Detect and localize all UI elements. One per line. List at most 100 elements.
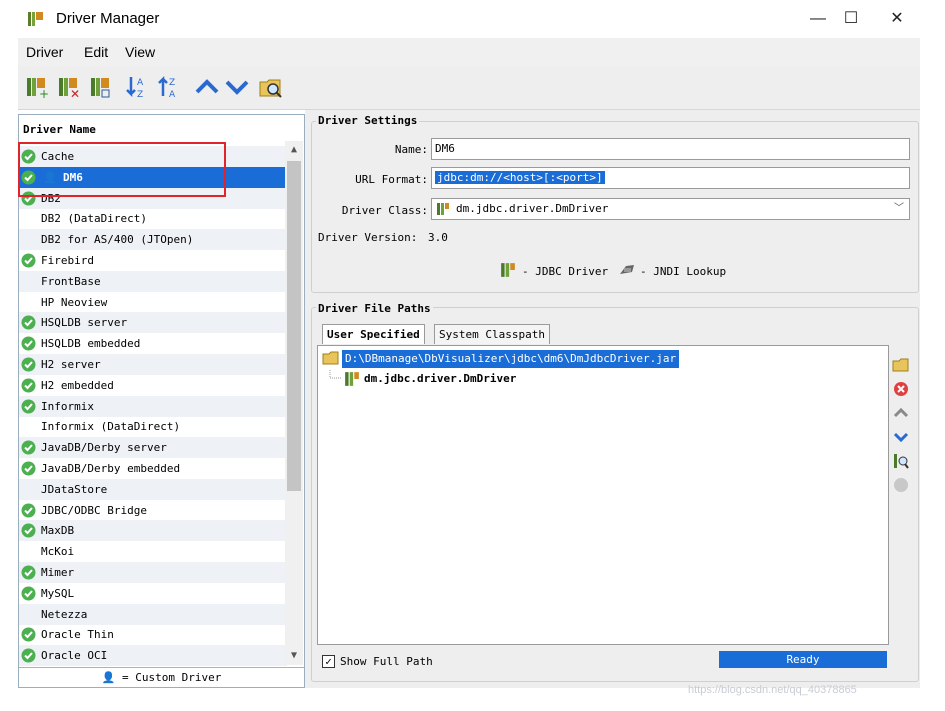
svg-text:Z: Z <box>137 90 143 100</box>
scroll-thumb[interactable] <box>287 161 301 491</box>
find-file-icon[interactable] <box>892 452 910 470</box>
driver-list-header: Driver Name <box>23 123 96 136</box>
tab-system-classpath[interactable]: System Classpath <box>434 324 550 344</box>
tab-user-specified[interactable]: User Specified <box>322 324 425 344</box>
driver-list-item[interactable]: Cache <box>19 146 287 167</box>
driver-list-item[interactable]: FrontBase <box>19 270 287 292</box>
url-format-field[interactable]: jdbc:dm://<host>[:<port>] <box>431 167 910 189</box>
driver-list-item[interactable]: Mimer <box>19 562 287 583</box>
driver-list-item[interactable]: 👤 DM6 <box>19 166 287 188</box>
driver-list-item[interactable]: Firebird <box>19 250 287 271</box>
check-circle-icon <box>21 440 36 455</box>
chevron-down-icon[interactable]: ﹀ <box>891 199 907 219</box>
driver-list-item-label: FrontBase <box>41 274 101 288</box>
driver-list-item[interactable]: MaxDB <box>19 520 287 542</box>
svg-text:A: A <box>137 78 144 88</box>
remove-file-icon[interactable] <box>892 380 910 398</box>
move-up-icon[interactable] <box>194 74 220 100</box>
jdbc-driver-legend-icon <box>501 263 515 277</box>
check-circle-icon <box>21 461 36 476</box>
check-circle-icon <box>21 378 36 393</box>
menu-view[interactable]: View <box>125 44 155 60</box>
svg-text:A: A <box>169 90 176 100</box>
check-circle-icon <box>21 503 36 518</box>
move-file-down-icon[interactable] <box>892 428 910 446</box>
sort-descending-icon[interactable]: ZA <box>156 74 182 100</box>
menu-driver[interactable]: Driver <box>26 44 63 60</box>
driver-list-item[interactable]: JavaDB/Derby embedded <box>19 458 287 479</box>
driver-list-item[interactable]: McKoi <box>19 541 287 562</box>
maximize-button[interactable]: ☐ <box>828 4 874 34</box>
driver-list-item-label: H2 server <box>41 358 101 371</box>
driver-class-combo[interactable]: dm.jdbc.driver.DmDriver ﹀ <box>431 198 910 220</box>
folder-open-icon <box>322 351 339 365</box>
close-button[interactable]: ✕ <box>874 4 920 34</box>
delete-driver-icon[interactable]: ✕ <box>56 74 82 100</box>
driver-list-item[interactable]: H2 embedded <box>19 375 287 396</box>
driver-list-item[interactable]: JDBC/ODBC Bridge <box>19 500 287 521</box>
show-full-path-checkbox[interactable]: ✓ <box>322 655 335 668</box>
driver-list-item-label: HP Neoview <box>41 295 108 309</box>
driver-list-item-label: Informix <box>41 399 94 413</box>
add-file-icon[interactable] <box>892 356 910 374</box>
driver-list-item[interactable]: JDataStore <box>19 478 287 500</box>
driver-list-item[interactable]: HSQLDB server <box>19 312 287 334</box>
check-circle-icon <box>21 565 36 580</box>
check-circle-icon <box>21 523 36 538</box>
menu-bar: Driver Edit View <box>18 38 920 66</box>
scroll-down-icon[interactable]: ▼ <box>285 647 303 665</box>
driver-list-item-label: Mimer <box>41 566 75 579</box>
driver-list-item[interactable]: HP Neoview <box>19 292 287 313</box>
custom-driver-icon: 👤 <box>101 671 116 684</box>
driver-list-item[interactable]: MySQL <box>19 583 287 604</box>
svg-text:Z: Z <box>169 78 175 88</box>
driver-list-item[interactable]: Oracle Thin <box>19 624 287 645</box>
jndi-lookup-legend-icon <box>620 265 634 274</box>
scroll-up-icon[interactable]: ▲ <box>285 141 303 159</box>
driver-list-item-label: McKoi <box>41 545 75 559</box>
move-down-icon[interactable] <box>224 74 250 100</box>
name-field[interactable]: DM6 <box>431 138 910 160</box>
driver-list-item[interactable]: HSQLDB embedded <box>19 333 287 354</box>
driver-list-item-label: MySQL <box>41 586 75 600</box>
driver-file-paths-title: Driver File Paths <box>316 302 433 315</box>
check-circle-icon <box>21 191 36 206</box>
driver-class-label: Driver Class: <box>341 204 428 217</box>
check-circle-icon <box>21 170 36 185</box>
driver-list-scrollbar[interactable]: ▲ ▼ <box>285 141 303 665</box>
driver-list-item[interactable]: Informix <box>19 395 287 417</box>
custom-driver-legend: 👤 = Custom Driver <box>19 667 304 687</box>
driver-list-item[interactable]: JavaDB/Derby server <box>19 437 287 459</box>
driver-list-item[interactable]: Oracle OCI <box>19 645 287 667</box>
driver-list-item[interactable]: Netezza <box>19 603 287 625</box>
window-titlebar: Driver Manager — ☐ ✕ <box>0 0 945 38</box>
copy-driver-icon[interactable] <box>88 74 114 100</box>
driver-list-item-label: JavaDB/Derby server <box>41 441 167 455</box>
driver-list-item-label: Oracle OCI <box>41 649 108 663</box>
sort-ascending-icon[interactable]: AZ <box>124 74 150 100</box>
url-format-value: jdbc:dm://<host>[:<port>] <box>435 171 605 184</box>
driver-settings-title: Driver Settings <box>316 114 420 127</box>
driver-files-tree: D:\DBmanage\DbVisualizer\jdbc\dm6\DmJdbc… <box>317 345 889 645</box>
menu-edit[interactable]: Edit <box>84 44 108 60</box>
driver-list-item[interactable]: Informix (DataDirect) <box>19 416 287 437</box>
driver-list-item-label: H2 embedded <box>41 378 114 392</box>
tree-child-label: dm.jdbc.driver.DmDriver <box>364 372 517 385</box>
driver-list-item[interactable]: DB2 for AS/400 (JTOpen) <box>19 229 287 251</box>
driver-list-item-label: JDataStore <box>41 482 108 496</box>
svg-text:+: + <box>39 87 49 100</box>
stop-icon[interactable] <box>892 476 910 494</box>
driver-list-item[interactable]: H2 server <box>19 354 287 375</box>
driver-list-item[interactable]: DB2 (DataDirect) <box>19 208 287 229</box>
check-circle-icon <box>21 399 36 414</box>
move-file-up-icon[interactable] <box>892 404 910 422</box>
check-circle-icon <box>21 149 36 164</box>
driver-list-item[interactable]: DB2 <box>19 187 287 209</box>
driver-list-item-label: Netezza <box>41 607 88 621</box>
name-label: Name: <box>394 143 428 156</box>
driver-list-item-label: MaxDB <box>41 524 75 538</box>
driver-list-item-label: DB2 (DataDirect) <box>41 212 147 226</box>
new-driver-icon[interactable]: + <box>24 74 50 100</box>
find-drivers-icon[interactable] <box>258 74 284 100</box>
driver-list-item-label: JDBC/ODBC Bridge <box>41 503 147 517</box>
